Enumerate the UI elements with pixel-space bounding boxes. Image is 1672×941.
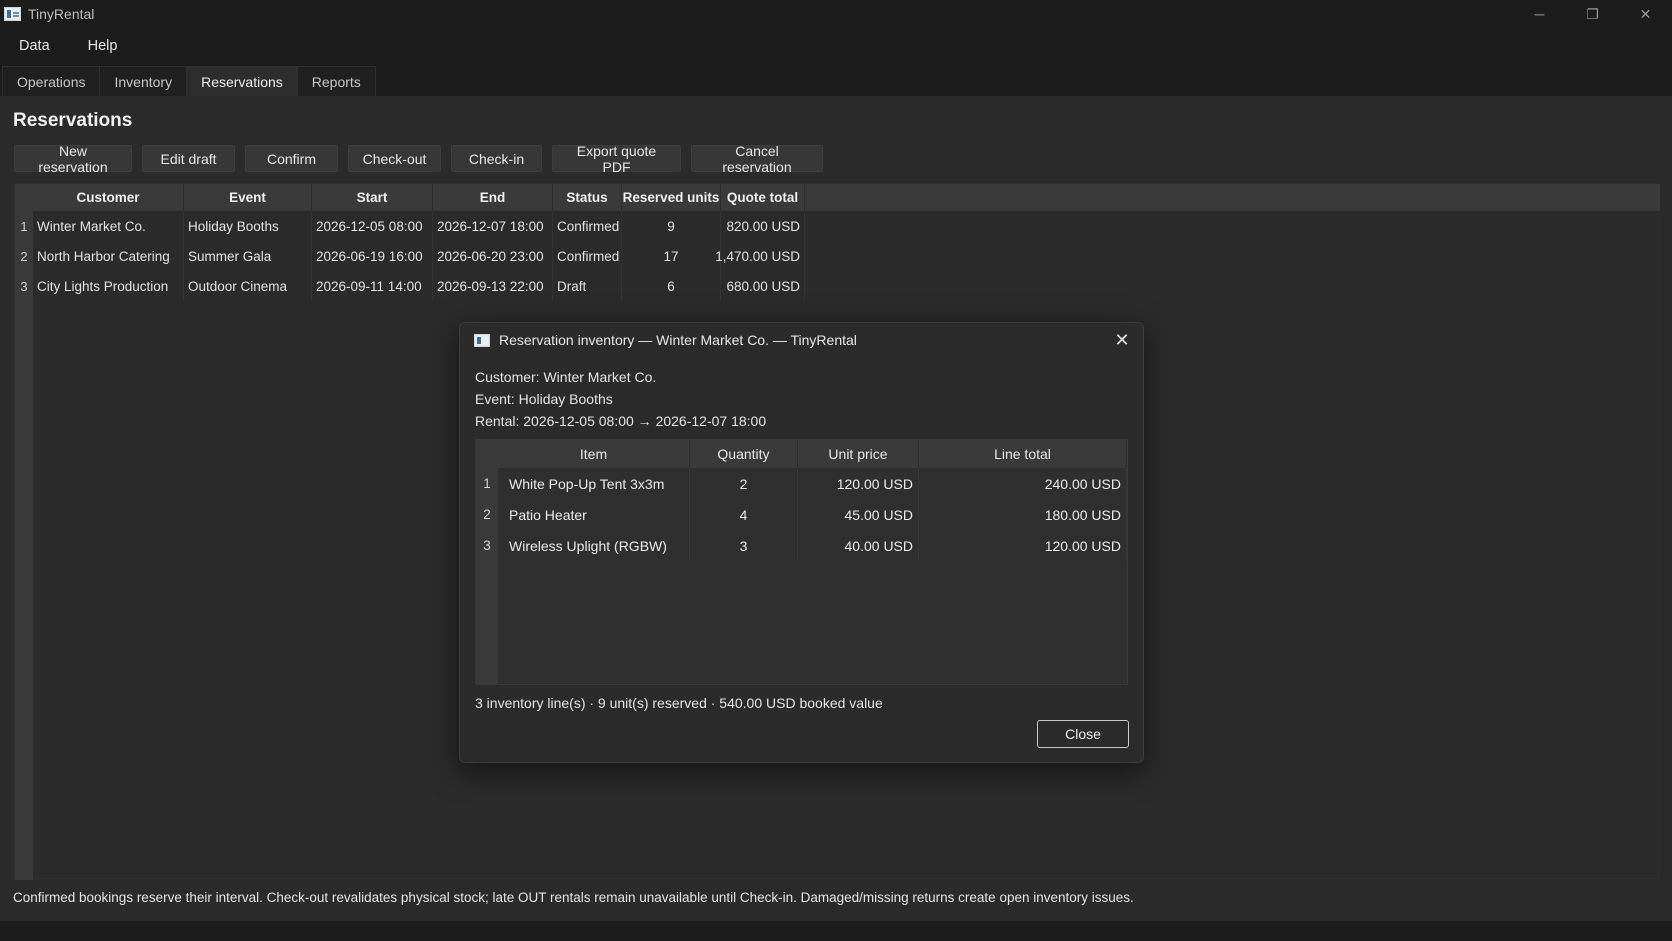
- dialog-app-icon: [474, 333, 490, 347]
- restore-icon[interactable]: ❐: [1566, 0, 1619, 28]
- cell-customer: North Harbor Catering: [33, 241, 184, 271]
- row-number: 1: [20, 218, 28, 234]
- cell-item: Patio Heater: [498, 499, 690, 530]
- row-number: 2: [483, 507, 491, 522]
- cell-quote-total: 1,470.00 USD: [715, 241, 805, 271]
- cell-end: 2026-09-13 22:00: [433, 271, 553, 301]
- row-number: 2: [20, 248, 28, 264]
- cell-customer: Winter Market Co.: [33, 211, 184, 241]
- cell-start: 2026-06-19 16:00: [312, 241, 433, 271]
- cell-start: 2026-12-05 08:00: [312, 211, 433, 241]
- cell-quantity: 2: [690, 468, 798, 499]
- table-row[interactable]: 1 White Pop-Up Tent 3x3m 2 120.00 USD 24…: [476, 468, 1127, 499]
- status-hint-text: Confirmed bookings reserve their interva…: [13, 890, 1134, 905]
- window-title: TinyRental: [28, 6, 95, 22]
- row-number: 3: [483, 538, 491, 553]
- cell-unit-price: 40.00 USD: [798, 530, 919, 561]
- bottom-strip: [0, 921, 1672, 941]
- column-header-customer[interactable]: Customer: [33, 184, 184, 211]
- cell-status: Draft: [553, 271, 622, 301]
- cell-quote-total: 820.00 USD: [721, 211, 805, 241]
- tab-inventory[interactable]: Inventory: [99, 66, 188, 96]
- new-reservation-button[interactable]: New reservation: [14, 143, 132, 175]
- cell-end: 2026-06-20 23:00: [433, 241, 553, 271]
- tab-reports[interactable]: Reports: [296, 66, 376, 96]
- minimize-icon[interactable]: ─: [1513, 0, 1566, 28]
- window-controls: ─ ❐ ✕: [1513, 0, 1672, 28]
- cell-reserved-units: 9: [622, 211, 721, 241]
- check-in-button[interactable]: Check-in: [451, 145, 542, 172]
- row-number: 1: [483, 476, 491, 491]
- table-row[interactable]: 3 City Lights Production Outdoor Cinema …: [15, 271, 805, 301]
- menu-help[interactable]: Help: [69, 38, 137, 54]
- cell-event: Holiday Booths: [184, 211, 312, 241]
- dialog-customer-line: Customer: Winter Market Co.: [475, 369, 657, 385]
- close-icon[interactable]: ✕: [1619, 0, 1672, 28]
- cell-item: Wireless Uplight (RGBW): [498, 530, 690, 561]
- close-button[interactable]: Close: [1037, 720, 1129, 748]
- cell-customer: City Lights Production: [33, 271, 184, 301]
- menu-bar: Data Help: [0, 30, 136, 62]
- edit-draft-button[interactable]: Edit draft: [142, 145, 235, 172]
- check-out-button[interactable]: Check-out: [348, 145, 441, 172]
- cell-status: Confirmed: [553, 211, 622, 241]
- reservation-inventory-dialog: Reservation inventory — Winter Market Co…: [459, 322, 1144, 763]
- cell-line-total: 180.00 USD: [919, 499, 1127, 530]
- dialog-event-line: Event: Holiday Booths: [475, 391, 613, 407]
- close-icon[interactable]: ✕: [1111, 329, 1133, 351]
- cell-line-total: 120.00 USD: [919, 530, 1127, 561]
- column-header-start[interactable]: Start: [312, 184, 433, 211]
- column-header-quote-total[interactable]: Quote total: [721, 184, 805, 211]
- table-header: Item Quantity Unit price Line total: [476, 440, 1127, 468]
- table-row[interactable]: 1 Winter Market Co. Holiday Booths 2026-…: [15, 211, 805, 241]
- cell-quantity: 4: [690, 499, 798, 530]
- cell-event: Summer Gala: [184, 241, 312, 271]
- tab-reservations[interactable]: Reservations: [186, 66, 298, 96]
- tab-bar: Operations Inventory Reservations Report…: [2, 66, 376, 96]
- column-header-event[interactable]: Event: [184, 184, 312, 211]
- table-row[interactable]: 3 Wireless Uplight (RGBW) 3 40.00 USD 12…: [476, 530, 1127, 561]
- table-header: Customer Event Start End Status Reserved…: [15, 184, 1660, 211]
- column-header-quantity[interactable]: Quantity: [690, 440, 798, 468]
- cell-line-total: 240.00 USD: [919, 468, 1127, 499]
- toolbar: New reservation Edit draft Confirm Check…: [14, 143, 833, 175]
- column-header-unit-price[interactable]: Unit price: [798, 440, 919, 468]
- page-title: Reservations: [13, 110, 133, 131]
- column-header-end[interactable]: End: [433, 184, 553, 211]
- cell-end: 2026-12-07 18:00: [433, 211, 553, 241]
- row-number: 3: [20, 278, 28, 294]
- cell-start: 2026-09-11 14:00: [312, 271, 433, 301]
- export-quote-pdf-button[interactable]: Export quote PDF: [552, 143, 681, 175]
- dialog-rental-line: Rental: 2026-12-05 08:00 → 2026-12-07 18…: [475, 413, 767, 429]
- app-icon: [4, 7, 21, 21]
- cell-unit-price: 45.00 USD: [798, 499, 919, 530]
- column-header-line-total[interactable]: Line total: [919, 440, 1127, 468]
- confirm-button[interactable]: Confirm: [245, 145, 338, 172]
- cell-event: Outdoor Cinema: [184, 271, 312, 301]
- table-row[interactable]: 2 North Harbor Catering Summer Gala 2026…: [15, 241, 805, 271]
- inventory-lines-table[interactable]: Item Quantity Unit price Line total 1 Wh…: [475, 439, 1128, 685]
- column-header-reserved-units[interactable]: Reserved units: [622, 184, 721, 211]
- cancel-reservation-button[interactable]: Cancel reservation: [691, 143, 823, 175]
- cell-status: Confirmed: [553, 241, 622, 271]
- cell-quote-total: 680.00 USD: [721, 271, 805, 301]
- table-row[interactable]: 2 Patio Heater 4 45.00 USD 180.00 USD: [476, 499, 1127, 530]
- tab-operations[interactable]: Operations: [2, 66, 101, 96]
- cell-reserved-units: 17: [622, 241, 721, 271]
- dialog-title: Reservation inventory — Winter Market Co…: [499, 332, 857, 348]
- cell-quantity: 3: [690, 530, 798, 561]
- column-header-status[interactable]: Status: [553, 184, 622, 211]
- window-titlebar: TinyRental ─ ❐ ✕: [0, 0, 1672, 28]
- dialog-titlebar: Reservation inventory — Winter Market Co…: [460, 323, 1143, 357]
- menu-data[interactable]: Data: [0, 38, 69, 54]
- dialog-summary: 3 inventory line(s) · 9 unit(s) reserved…: [475, 695, 883, 711]
- column-header-item[interactable]: Item: [498, 440, 690, 468]
- cell-item: White Pop-Up Tent 3x3m: [498, 468, 690, 499]
- cell-unit-price: 120.00 USD: [798, 468, 919, 499]
- cell-reserved-units: 6: [622, 271, 721, 301]
